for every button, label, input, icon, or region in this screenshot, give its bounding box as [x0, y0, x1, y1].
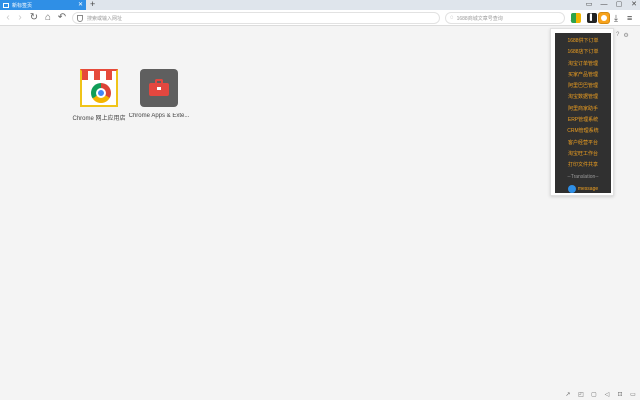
extension-dark-icon[interactable]: ▌ [587, 13, 597, 23]
window-icon[interactable]: ▢ [591, 391, 597, 398]
message-label: message [577, 185, 599, 192]
maximize-icon[interactable]: ▢ [615, 0, 623, 10]
chrome-web-store-icon [80, 69, 118, 107]
gear-icon[interactable]: ⚙ [623, 32, 628, 39]
page-icon [3, 2, 9, 8]
screenshot-icon[interactable]: ◰ [578, 391, 584, 398]
popup-menu: 1688供下订单 1688店下订单 淘宝订单管理 买家产品管理 阿里巴巴管理 淘… [555, 33, 611, 193]
search-placeholder: 1688商城文章号查询 [456, 15, 503, 22]
menu-item[interactable]: 买家产品管理 [555, 70, 611, 81]
skin-icon[interactable]: ▭ [585, 0, 593, 10]
back-button[interactable]: ‹ [2, 12, 14, 24]
minimize-icon[interactable]: — [600, 0, 608, 10]
new-tab-button[interactable]: + [90, 0, 95, 10]
zoom-icon[interactable]: ⊡ [617, 391, 623, 398]
undo-close-button[interactable]: ↶ [56, 12, 68, 24]
toolbar: ‹ › ↻ ⌂ ↶ 搜索或输入网址 ◌ 1688商城文章号查询 ⌕ ▌ ⤓ ≡ [0, 10, 640, 26]
menu-item[interactable]: 1688供下订单 [555, 36, 611, 47]
menu-icon[interactable]: ≡ [627, 12, 632, 24]
status-bar: ↗ ◰ ▢ ◁ ⊡ ▭ [565, 391, 636, 398]
search-box[interactable]: ◌ 1688商城文章号查询 ⌕ [445, 12, 575, 24]
help-icon[interactable]: ? [616, 32, 619, 39]
page-side-icons: ? ⚙ [616, 32, 629, 39]
menu-item[interactable]: 1688店下订单 [555, 47, 611, 58]
toolbox-icon [140, 69, 178, 107]
menu-item[interactable]: 淘宝旺工作台 [555, 149, 611, 160]
menu-item[interactable]: ERP管理系统 [555, 115, 611, 126]
message-item[interactable]: message [555, 183, 611, 195]
home-button[interactable]: ⌂ [42, 12, 54, 24]
forward-button[interactable]: › [14, 12, 26, 24]
close-icon[interactable]: ✕ [78, 1, 83, 9]
translation-item[interactable]: --Translation-- [555, 172, 611, 183]
menu-item[interactable]: 打印文件共享 [555, 160, 611, 171]
tab-strip: 新标签页 ✕ + ▭ — ▢ ✕ [0, 0, 640, 10]
reload-button[interactable]: ↻ [28, 12, 40, 24]
window-controls: ▭ — ▢ ✕ [585, 0, 638, 10]
menu-item[interactable]: 阿里商家助手 [555, 104, 611, 115]
menu-item[interactable]: 阿里巴巴管理 [555, 81, 611, 92]
shield-icon [77, 14, 83, 22]
fullscreen-icon[interactable]: ▭ [630, 391, 636, 398]
shortcut-chrome-apps[interactable]: Chrome Apps & Exte... [124, 69, 194, 119]
share-icon[interactable]: ↗ [565, 391, 571, 398]
download-icon[interactable]: ⤓ [614, 12, 618, 24]
tab-title: 新标签页 [12, 2, 33, 9]
extension-grid-icon[interactable] [571, 13, 581, 23]
menu-item[interactable]: 客户经营平台 [555, 138, 611, 149]
message-icon [567, 184, 576, 193]
extension-popup: 1688供下订单 1688店下订单 淘宝订单管理 买家产品管理 阿里巴巴管理 淘… [550, 28, 614, 196]
address-placeholder: 搜索或输入网址 [87, 15, 123, 22]
menu-item[interactable]: CRM管理系统 [555, 126, 611, 137]
menu-item[interactable]: 淘宝数据管理 [555, 92, 611, 103]
extension-user-icon[interactable] [598, 12, 610, 24]
search-engine-icon[interactable]: ◌ [450, 15, 454, 21]
address-bar[interactable]: 搜索或输入网址 [72, 12, 440, 24]
close-window-icon[interactable]: ✕ [630, 0, 638, 10]
sound-icon[interactable]: ◁ [604, 391, 610, 398]
tab-new-tab[interactable]: 新标签页 ✕ [0, 0, 86, 10]
menu-item[interactable]: 淘宝订单管理 [555, 59, 611, 70]
shortcut-label: Chrome Apps & Exte... [128, 113, 190, 119]
